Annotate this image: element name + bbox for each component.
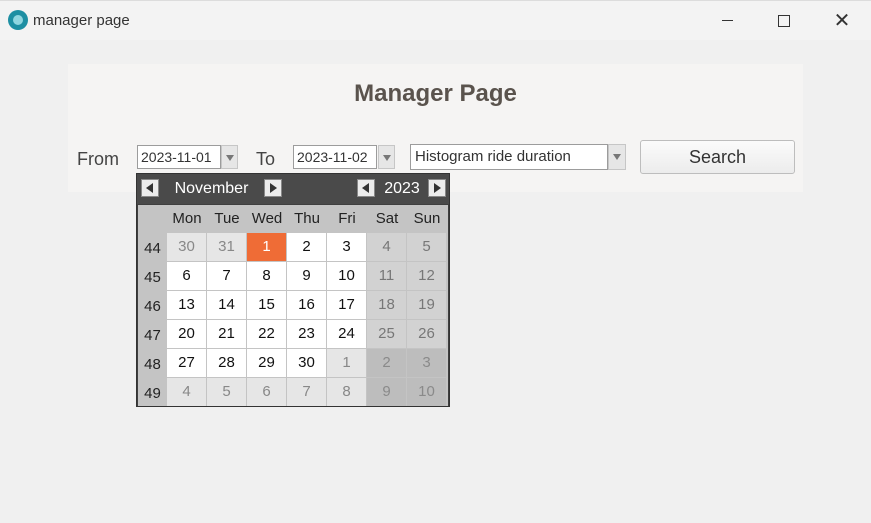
app-logo-icon: [8, 10, 28, 30]
to-label: To: [256, 149, 276, 169]
calendar-day[interactable]: 27: [167, 349, 206, 377]
calendar-day[interactable]: 29: [247, 349, 286, 377]
calendar-day[interactable]: 1: [327, 349, 366, 377]
minimize-icon: [721, 20, 733, 22]
prev-month-button[interactable]: [141, 179, 159, 197]
calendar-day[interactable]: 19: [407, 291, 446, 319]
calendar-day[interactable]: 24: [327, 320, 366, 348]
calendar-day[interactable]: 2: [367, 349, 406, 377]
week-number: 45: [144, 269, 161, 286]
week-number: 47: [144, 327, 161, 344]
date-picker-popup: November 2023 Mon Tue Wed Thu Fri Sat Sun 44 30…: [136, 173, 450, 407]
calendar-day[interactable]: 20: [167, 320, 206, 348]
week-number: 44: [144, 240, 161, 257]
calendar-day[interactable]: 12: [407, 262, 446, 290]
calendar-day[interactable]: 26: [407, 320, 446, 348]
week-number: 46: [144, 298, 161, 315]
calendar-day[interactable]: 7: [287, 378, 326, 406]
calendar-day[interactable]: 9: [287, 262, 326, 290]
calendar-day[interactable]: 31: [207, 233, 246, 261]
window-title: manager page: [33, 12, 130, 29]
calendar-day[interactable]: 8: [327, 378, 366, 406]
weekday-header-fri: Fri: [338, 210, 356, 227]
calendar-day[interactable]: 30: [287, 349, 326, 377]
calendar-day[interactable]: 8: [247, 262, 286, 290]
minimize-button[interactable]: [698, 1, 756, 41]
calendar-day[interactable]: 6: [247, 378, 286, 406]
weekday-header-wed: Wed: [251, 210, 283, 227]
close-icon: ✕: [833, 10, 851, 32]
to-date-field[interactable]: 2023-11-02: [293, 145, 377, 169]
calendar-day[interactable]: 13: [167, 291, 206, 319]
calendar-day[interactable]: 7: [207, 262, 246, 290]
calendar-day[interactable]: 3: [407, 349, 446, 377]
to-date-dropdown-button[interactable]: [378, 145, 395, 169]
next-month-button[interactable]: [264, 179, 282, 197]
weekday-header-sun: Sun: [413, 210, 441, 227]
calendar-day[interactable]: 16: [287, 291, 326, 319]
from-date-dropdown-button[interactable]: [221, 145, 238, 169]
weekday-header-mon: Mon: [172, 210, 202, 227]
report-type-select[interactable]: Histogram ride duration: [410, 144, 608, 170]
calendar-day[interactable]: 10: [327, 262, 366, 290]
calendar-header: November 2023: [137, 174, 449, 204]
calendar-day[interactable]: 6: [167, 262, 206, 290]
calendar-day[interactable]: 11: [367, 262, 406, 290]
next-year-button[interactable]: [428, 179, 446, 197]
calendar-day[interactable]: 5: [207, 378, 246, 406]
weekday-header-row: Mon Tue Wed Thu Fri Sat Sun: [167, 205, 448, 232]
calendar-day[interactable]: 3: [327, 233, 366, 261]
calendar-day[interactable]: 4: [167, 378, 206, 406]
weekday-header-thu: Thu: [294, 210, 320, 227]
calendar-day[interactable]: 21: [207, 320, 246, 348]
weekday-header-sat: Sat: [375, 210, 399, 227]
title-bar: manager page ✕: [0, 0, 871, 40]
calendar-day[interactable]: 30: [167, 233, 206, 261]
from-label: From: [77, 149, 119, 169]
calendar-day[interactable]: 10: [407, 378, 446, 406]
weekday-header-tue: Tue: [214, 210, 240, 227]
maximize-icon: [778, 14, 790, 27]
calendar-day[interactable]: 5: [407, 233, 446, 261]
calendar-day[interactable]: 23: [287, 320, 326, 348]
search-button[interactable]: Search: [640, 140, 795, 174]
report-type-dropdown-button[interactable]: [608, 144, 626, 170]
calendar-grid: Mon Tue Wed Thu Fri Sat Sun 44 30 31 1 2 3 4 5 45 6 7 8 9 1…: [138, 205, 448, 406]
close-button[interactable]: ✕: [813, 1, 871, 41]
calendar-day-selected[interactable]: 1: [247, 233, 286, 261]
calendar-month[interactable]: November: [163, 180, 260, 198]
prev-year-button[interactable]: [357, 179, 375, 197]
calendar-day[interactable]: 22: [247, 320, 286, 348]
calendar-day[interactable]: 18: [367, 291, 406, 319]
calendar-day[interactable]: 4: [367, 233, 406, 261]
calendar-day[interactable]: 15: [247, 291, 286, 319]
maximize-button[interactable]: [755, 1, 813, 41]
calendar-year[interactable]: 2023: [377, 180, 427, 198]
page-title: Manager Page: [354, 80, 517, 107]
week-number: 49: [144, 385, 161, 402]
calendar-day[interactable]: 14: [207, 291, 246, 319]
calendar-day[interactable]: 25: [367, 320, 406, 348]
calendar-day[interactable]: 9: [367, 378, 406, 406]
calendar-day[interactable]: 17: [327, 291, 366, 319]
calendar-day[interactable]: 28: [207, 349, 246, 377]
calendar-day[interactable]: 2: [287, 233, 326, 261]
week-number: 48: [144, 356, 161, 373]
from-date-field[interactable]: 2023-11-01: [137, 145, 221, 169]
